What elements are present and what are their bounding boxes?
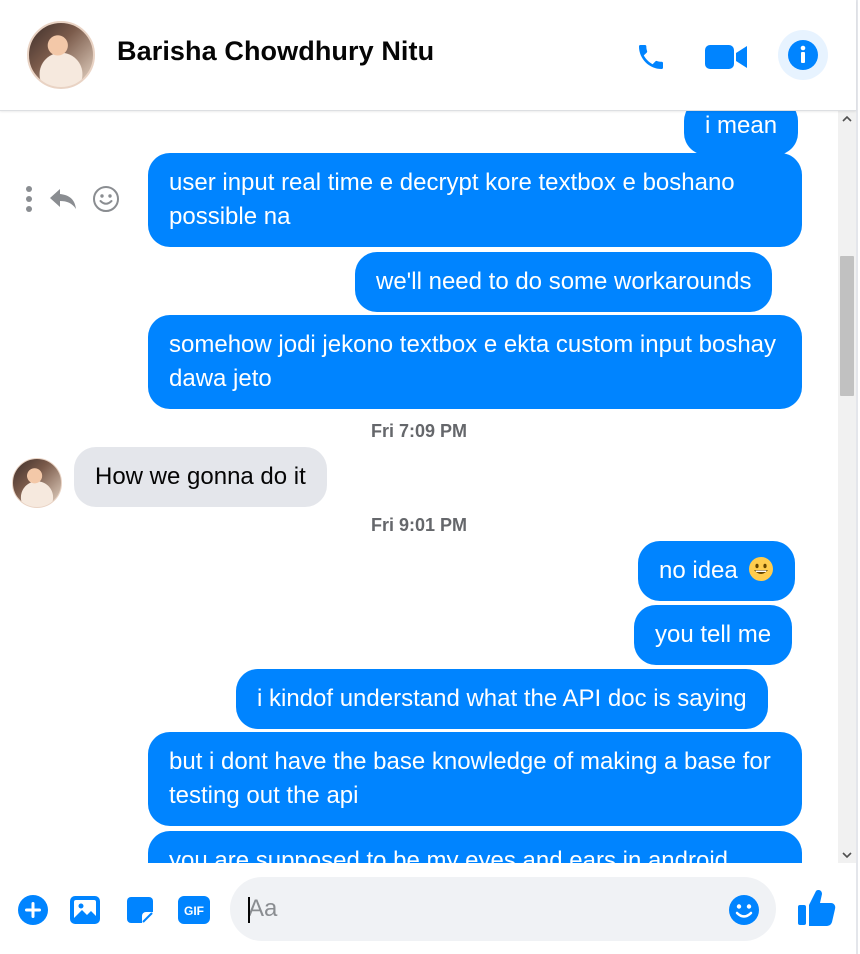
message-input[interactable] — [248, 887, 708, 931]
message-bubble-outgoing[interactable]: you are supposed to be my eyes and ears … — [148, 831, 802, 863]
emoji-picker-icon[interactable] — [728, 894, 760, 926]
text-cursor — [248, 897, 250, 923]
scrollbar-thumb[interactable] — [840, 256, 854, 396]
thumbs-up-icon[interactable] — [795, 887, 837, 929]
video-call-button[interactable] — [702, 36, 750, 78]
message-text: How we gonna do it — [95, 463, 306, 490]
more-options-icon[interactable] — [24, 185, 34, 213]
message-text: user input real time e decrypt kore text… — [169, 169, 735, 230]
message-text: but i dont have the base knowledge of ma… — [169, 748, 771, 809]
message-bubble-outgoing[interactable]: no idea — [638, 541, 796, 601]
sticker-icon — [127, 897, 153, 923]
message-composer: GIF — [0, 863, 856, 954]
plus-circle-icon — [18, 895, 48, 925]
voice-call-button[interactable] — [630, 36, 672, 78]
message-text: you tell me — [655, 621, 772, 648]
chat-window: Barisha Chowdhury Nitu i mean user input… — [0, 0, 858, 954]
message-text: no idea — [659, 557, 738, 584]
message-bubble-outgoing[interactable]: somehow jodi jekono textbox e ekta custo… — [148, 315, 802, 409]
chevron-up-icon — [842, 115, 852, 122]
contact-avatar[interactable] — [27, 21, 95, 89]
reply-icon[interactable] — [48, 187, 78, 211]
info-icon — [788, 40, 818, 70]
message-list: i mean user input real time e decrypt ko… — [0, 111, 838, 863]
more-actions-button[interactable] — [16, 893, 50, 927]
message-bubble-outgoing[interactable]: we'll need to do some workarounds — [355, 252, 773, 312]
gif-icon: GIF — [178, 896, 210, 924]
svg-text:GIF: GIF — [184, 904, 204, 918]
sticker-button[interactable] — [123, 893, 157, 927]
message-input-container[interactable] — [230, 877, 776, 941]
scroll-down-button[interactable] — [838, 847, 856, 863]
video-camera-icon — [705, 45, 747, 69]
contact-name[interactable]: Barisha Chowdhury Nitu — [117, 36, 434, 67]
scrollbar[interactable] — [838, 111, 856, 863]
attach-photo-button[interactable] — [68, 893, 102, 927]
message-bubble-outgoing[interactable]: you tell me — [634, 605, 793, 665]
phone-icon — [639, 45, 663, 69]
chevron-down-icon — [842, 852, 852, 859]
message-bubble-outgoing[interactable]: i mean — [684, 111, 799, 155]
message-text: i mean — [705, 112, 778, 139]
message-bubble-outgoing[interactable]: but i dont have the base knowledge of ma… — [148, 732, 802, 826]
conversation-info-button[interactable] — [778, 30, 828, 80]
grinning-face-icon — [749, 557, 774, 581]
timestamp: Fri 7:09 PM — [370, 421, 468, 441]
message-text: i kindof understand what the API doc is … — [257, 685, 747, 712]
message-bubble-outgoing[interactable]: user input real time e decrypt kore text… — [148, 153, 802, 247]
message-text: you are supposed to be my eyes and ears … — [169, 847, 729, 863]
chat-header: Barisha Chowdhury Nitu — [0, 0, 856, 111]
message-bubble-outgoing[interactable]: i kindof understand what the API doc is … — [236, 669, 768, 729]
message-bubble-incoming[interactable]: How we gonna do it — [74, 447, 327, 507]
gif-button[interactable]: GIF — [177, 893, 211, 927]
timestamp: Fri 9:01 PM — [370, 515, 468, 535]
image-icon — [70, 896, 100, 924]
sender-avatar[interactable] — [12, 458, 62, 508]
react-smiley-icon[interactable] — [92, 185, 120, 213]
message-actions — [24, 185, 120, 213]
message-text: we'll need to do some workarounds — [376, 268, 752, 295]
scroll-up-button[interactable] — [838, 111, 856, 127]
message-text: somehow jodi jekono textbox e ekta custo… — [169, 331, 777, 392]
